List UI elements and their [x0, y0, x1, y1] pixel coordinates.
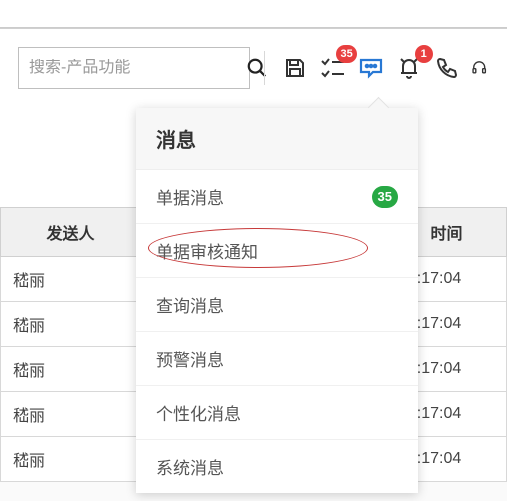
- tasks-badge: 35: [336, 45, 356, 63]
- dropdown-item-label: 系统消息: [156, 454, 224, 479]
- dropdown-item-document-msg[interactable]: 单据消息 35: [136, 170, 418, 224]
- window-chrome-bar: [0, 0, 507, 28]
- dropdown-item-label: 单据审核通知: [156, 238, 258, 263]
- dropdown-item-personalized-msg[interactable]: 个性化消息: [136, 386, 418, 440]
- search-input[interactable]: [19, 59, 246, 77]
- messages-button[interactable]: [357, 51, 385, 85]
- dropdown-item-query-msg[interactable]: 查询消息: [136, 278, 418, 332]
- tasks-button[interactable]: 35: [319, 51, 347, 85]
- cell-sender: 嵇丽: [1, 257, 141, 302]
- toolbar-divider: [264, 51, 265, 85]
- dropdown-item-label: 个性化消息: [156, 400, 241, 425]
- messages-dropdown: 消息 单据消息 35 单据审核通知 查询消息 预警消息 个性化消息 系统消息: [136, 108, 418, 493]
- notifications-button[interactable]: 1: [395, 51, 423, 85]
- floppy-icon: [283, 56, 307, 80]
- dropdown-item-count: 35: [372, 186, 398, 208]
- phone-button[interactable]: [433, 51, 461, 85]
- support-button[interactable]: [471, 51, 487, 85]
- dropdown-item-label: 查询消息: [156, 292, 224, 317]
- dropdown-item-alert-msg[interactable]: 预警消息: [136, 332, 418, 386]
- dropdown-item-approval-notice[interactable]: 单据审核通知: [136, 224, 418, 278]
- col-sender-header: 发送人: [1, 208, 141, 257]
- cell-sender: 嵇丽: [1, 347, 141, 392]
- dropdown-item-label: 预警消息: [156, 346, 224, 371]
- cell-sender: 嵇丽: [1, 302, 141, 347]
- chat-icon: [358, 56, 384, 80]
- toolbar: 35 1: [0, 29, 507, 107]
- bell-badge: 1: [415, 45, 433, 63]
- headset-icon: [471, 56, 487, 80]
- cell-sender: 嵇丽: [1, 437, 141, 482]
- save-button[interactable]: [281, 51, 309, 85]
- dropdown-item-system-msg[interactable]: 系统消息: [136, 440, 418, 493]
- dropdown-title: 消息: [136, 108, 418, 170]
- search-box: [18, 47, 250, 89]
- phone-icon: [435, 56, 459, 80]
- cell-sender: 嵇丽: [1, 392, 141, 437]
- dropdown-item-label: 单据消息: [156, 184, 224, 209]
